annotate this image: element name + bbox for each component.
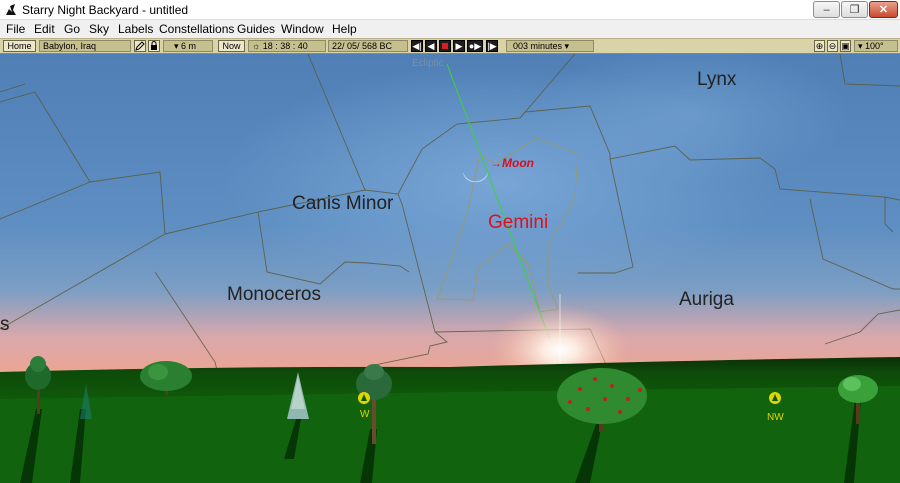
elevation-field[interactable]: ▾ 6 m (163, 40, 213, 52)
zoom-reset-icon[interactable]: ▣ (840, 40, 851, 52)
maximize-button[interactable]: ❐ (841, 1, 868, 18)
time-icon: ☼ (252, 41, 261, 51)
compass-marker-west (358, 392, 370, 404)
now-button[interactable]: Now (218, 40, 245, 52)
menu-help[interactable]: Help (332, 22, 357, 36)
time-value: 18 : 38 : 40 (262, 41, 308, 51)
time-step-select[interactable]: 003 minutes ▾ (506, 40, 594, 52)
constellation-label-gemini[interactable]: Gemini (488, 212, 548, 233)
compass-marker-northwest (769, 392, 781, 404)
fast-forward-icon[interactable]: ●▶ (467, 40, 483, 52)
sky-view[interactable]: Ecliptic Lynx Canis Minor Gemini Monocer… (0, 54, 900, 483)
menu-sky[interactable]: Sky (89, 22, 109, 36)
window-title: Starry Night Backyard - untitled (22, 3, 189, 17)
location-edit-icon[interactable] (134, 40, 146, 52)
compass-label-west: W (360, 409, 370, 420)
moon-label[interactable]: →Moon (490, 156, 534, 170)
menu-constellations[interactable]: Constellations (159, 22, 234, 36)
fov-select[interactable]: ▾ 100° (854, 40, 898, 52)
step-back-icon[interactable]: ◀| (411, 40, 423, 52)
home-button[interactable]: Home (3, 40, 36, 52)
date-field[interactable]: 22/ 05/ 568 BC (328, 40, 408, 52)
constellation-label-monoceros[interactable]: Monoceros (227, 284, 321, 305)
constellation-label-auriga[interactable]: Auriga (679, 289, 734, 310)
menu-labels[interactable]: Labels (118, 22, 153, 36)
app-icon (4, 3, 17, 16)
menu-guides[interactable]: Guides (237, 22, 275, 36)
constellation-label-lynx[interactable]: Lynx (697, 69, 737, 90)
ground-light (0, 386, 900, 483)
minimize-button[interactable]: – (813, 1, 840, 18)
play-backward-icon[interactable]: ◀ (425, 40, 437, 52)
toolbar: Home Babylon, Iraq ▾ 6 m Now ☼ 18 : 38 :… (0, 38, 900, 54)
lock-icon[interactable] (148, 40, 160, 52)
menu-window[interactable]: Window (281, 22, 324, 36)
title-bar: Starry Night Backyard - untitled – ❐ ✕ (0, 0, 900, 20)
menu-edit[interactable]: Edit (34, 22, 55, 36)
constellation-label-partial[interactable]: s (0, 314, 10, 335)
step-forward-icon[interactable]: |▶ (486, 40, 498, 52)
close-button[interactable]: ✕ (869, 1, 898, 18)
time-field[interactable]: ☼ 18 : 38 : 40 (248, 40, 326, 52)
play-forward-icon[interactable]: ▶ (453, 40, 465, 52)
menu-go[interactable]: Go (64, 22, 80, 36)
constellation-label-canis-minor[interactable]: Canis Minor (292, 193, 394, 214)
compass-label-northwest: NW (767, 412, 784, 423)
ecliptic-label: Ecliptic (412, 58, 444, 69)
location-field[interactable]: Babylon, Iraq (39, 40, 131, 52)
zoom-in-icon[interactable]: ⊕ (814, 40, 825, 52)
menu-bar: File Edit Go Sky Labels Constellations G… (0, 20, 900, 38)
menu-file[interactable]: File (6, 22, 25, 36)
zoom-out-icon[interactable]: ⊖ (827, 40, 838, 52)
stop-icon[interactable] (439, 40, 451, 52)
